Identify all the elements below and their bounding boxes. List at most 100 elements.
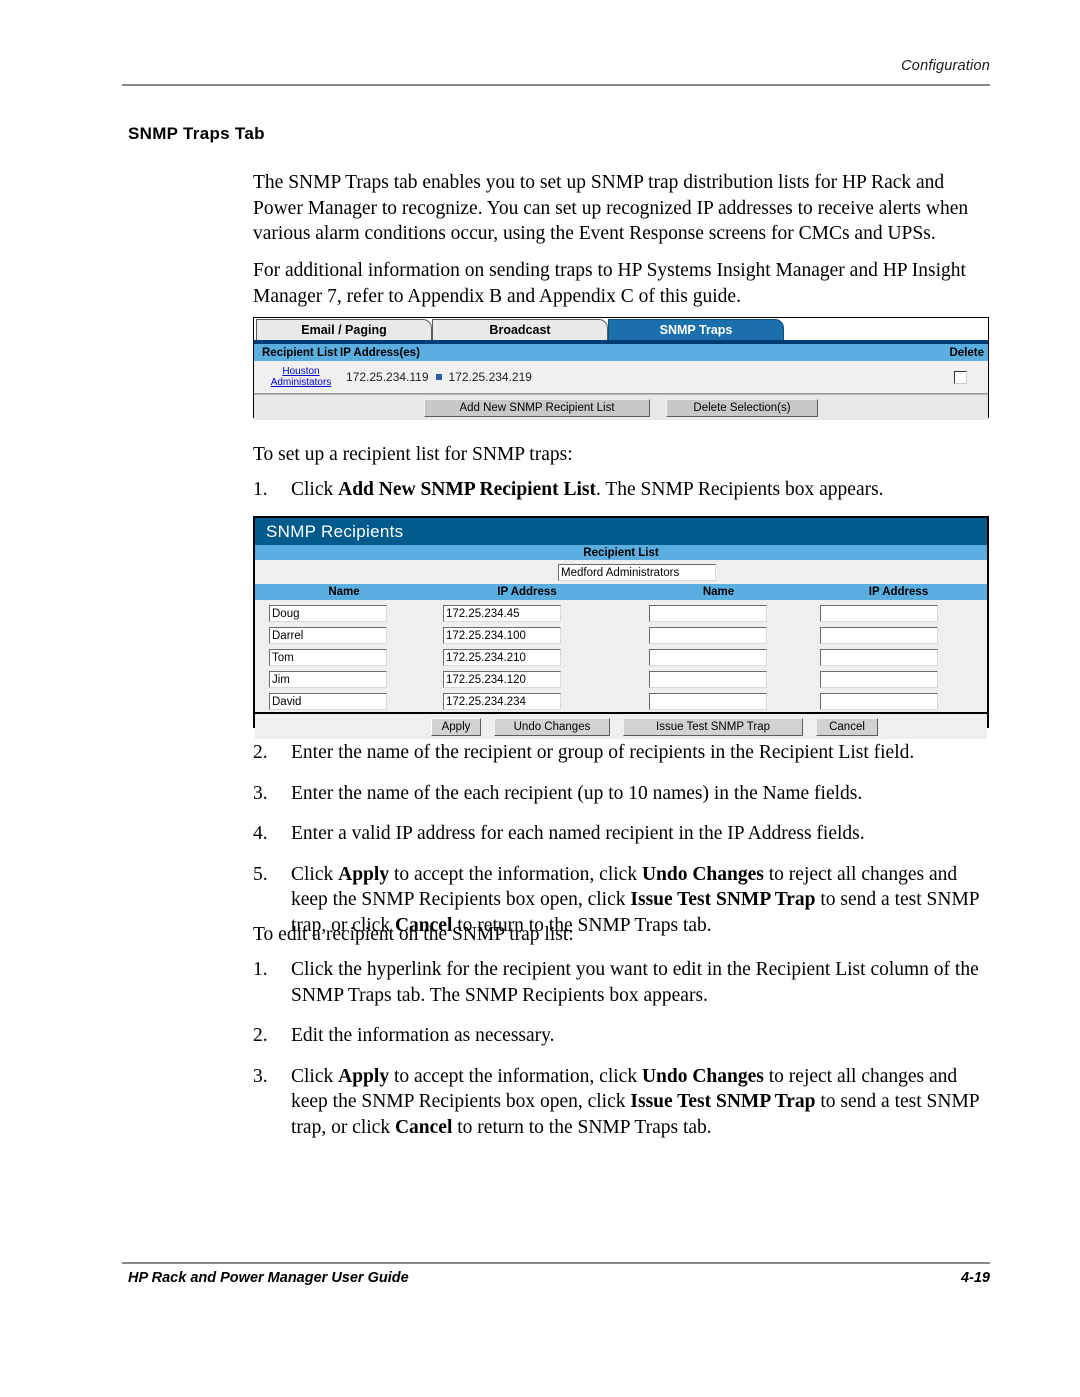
column-header-ip-addresses: IP Address(es) <box>340 346 420 359</box>
name-input-left[interactable]: Doug <box>269 604 387 622</box>
delete-selections-button[interactable]: Delete Selection(s) <box>666 398 818 417</box>
tab-email-paging[interactable]: Email / Paging <box>256 319 432 340</box>
undo-changes-button[interactable]: Undo Changes <box>494 717 610 736</box>
setup-step-1-list: 1. Click Add New SNMP Recipient List. Th… <box>253 477 995 503</box>
name-left-cell: Tom <box>255 648 433 666</box>
name-right-cell <box>627 692 810 710</box>
footer-page-number: 4-19 <box>960 1270 990 1286</box>
table-row: Houston Administators 172.25.234.119 172.… <box>254 361 988 394</box>
tab-label: SNMP Traps <box>659 323 733 337</box>
name-input-left[interactable]: Darrel <box>269 626 387 644</box>
list-text: Edit the information as necessary. <box>291 1025 555 1046</box>
list-item: 3. Enter the name of the each recipient … <box>253 781 995 807</box>
name-right-cell <box>627 604 810 622</box>
edit-lead-in: To edit a recipient on the SNMP trap lis… <box>253 922 993 948</box>
ip-input-left[interactable]: 172.25.234.100 <box>443 626 561 644</box>
list-text: Click the hyperlink for the recipient yo… <box>291 959 979 1006</box>
list-number: 3. <box>253 782 268 804</box>
recipient-row: David 172.25.234.234 <box>255 690 987 712</box>
name-input-right[interactable] <box>649 626 767 644</box>
ip-right-cell <box>810 648 987 666</box>
apply-button[interactable]: Apply <box>431 717 481 736</box>
separator-square-icon <box>435 374 442 380</box>
ip-input-right[interactable] <box>820 692 938 710</box>
recipient-row: Tom 172.25.234.210 <box>255 646 987 668</box>
paragraph-text: For additional information on sending tr… <box>253 260 966 307</box>
name-input-right[interactable] <box>649 648 767 666</box>
ip-input-right[interactable] <box>820 648 938 666</box>
recipients-column-headers: Name IP Address Name IP Address <box>255 584 987 600</box>
list-number: 2. <box>253 742 268 763</box>
name-left-cell: Jim <box>255 670 433 688</box>
ip-input-right[interactable] <box>820 626 938 644</box>
ip-right-cell <box>810 670 987 688</box>
ip-input-left[interactable]: 172.25.234.210 <box>443 648 561 666</box>
issue-test-snmp-trap-button[interactable]: Issue Test SNMP Trap <box>623 717 803 736</box>
name-input-left[interactable]: David <box>269 692 387 710</box>
ip-addresses-cell: 172.25.234.119 172.25.234.219 <box>340 370 932 384</box>
list-item: 2. Enter the name of the recipient or gr… <box>253 740 995 766</box>
name-left-cell: Darrel <box>255 626 433 644</box>
recipient-list-input[interactable]: Medford Administrators <box>558 563 716 581</box>
name-input-right[interactable] <box>649 670 767 688</box>
recipient-list-header: Recipient List <box>255 545 987 560</box>
ip-right-cell <box>810 626 987 644</box>
ip-input-left[interactable]: 172.25.234.45 <box>443 604 561 622</box>
paragraph-text: The SNMP Traps tab enables you to set up… <box>253 172 969 244</box>
recipient-row: Doug 172.25.234.45 <box>255 602 987 624</box>
list-number: 1. <box>253 959 268 980</box>
snmp-traps-screenshot: Email / Paging Broadcast SNMP Traps Reci… <box>253 317 989 420</box>
tab-snmp-traps[interactable]: SNMP Traps <box>608 319 784 340</box>
name-input-right[interactable] <box>649 692 767 710</box>
edit-steps-list: 1. Click the hyperlink for the recipient… <box>253 957 995 1140</box>
footer-rule <box>122 1262 990 1264</box>
ip-address-1: 172.25.234.119 <box>346 370 429 384</box>
recipients-grid: Doug 172.25.234.45 Darrel 172.25.234.100 Tom… <box>255 600 987 712</box>
list-text: Click Add New SNMP Recipient List. The S… <box>291 479 884 500</box>
list-number: 2. <box>253 1025 268 1046</box>
recipient-list-link[interactable]: Houston Administators <box>262 366 340 388</box>
column-header-name-left: Name <box>328 586 360 598</box>
ip-left-cell: 172.25.234.45 <box>433 604 621 622</box>
running-head: Configuration <box>901 58 990 74</box>
list-item: 1. Click Add New SNMP Recipient List. Th… <box>253 477 995 503</box>
intro-paragraph-2: For additional information on sending tr… <box>253 258 993 309</box>
list-number: 4. <box>253 823 268 844</box>
ip-input-left[interactable]: 172.25.234.120 <box>443 670 561 688</box>
name-right-cell <box>627 670 810 688</box>
ip-left-cell: 172.25.234.100 <box>433 626 621 644</box>
ip-input-left[interactable]: 172.25.234.234 <box>443 692 561 710</box>
add-new-snmp-recipient-list-button[interactable]: Add New SNMP Recipient List <box>424 398 650 417</box>
list-item: 1. Click the hyperlink for the recipient… <box>253 957 995 1008</box>
name-input-right[interactable] <box>649 604 767 622</box>
traps-table-header: Recipient List IP Address(es) Delete <box>254 344 988 361</box>
lead-in-text: To set up a recipient list for SNMP trap… <box>253 444 573 465</box>
ip-address-2: 172.25.234.219 <box>448 370 532 384</box>
ip-input-right[interactable] <box>820 670 938 688</box>
ip-left-cell: 172.25.234.120 <box>433 670 621 688</box>
ip-left-cell: 172.25.234.234 <box>433 692 621 710</box>
ip-right-cell <box>810 604 987 622</box>
dialog-title: SNMP Recipients <box>255 518 987 545</box>
column-header-ip-left: IP Address <box>497 586 557 598</box>
cancel-button[interactable]: Cancel <box>816 717 878 736</box>
recipient-row: Jim 172.25.234.120 <box>255 668 987 690</box>
list-number: 5. <box>253 863 268 885</box>
recipient-link-line-2: Administators <box>270 377 332 388</box>
list-item: 2. Edit the information as necessary. <box>253 1023 995 1049</box>
name-input-left[interactable]: Tom <box>269 648 387 666</box>
recipient-list-cell: Houston Administators <box>254 366 340 388</box>
ip-input-right[interactable] <box>820 604 938 622</box>
dialog-button-bar: Apply Undo Changes Issue Test SNMP Trap … <box>255 712 987 739</box>
list-text: Enter a valid IP address for each named … <box>291 823 865 844</box>
tab-broadcast[interactable]: Broadcast <box>432 319 608 340</box>
list-number: 3. <box>253 1065 268 1087</box>
list-number: 1. <box>253 479 268 500</box>
ip-left-cell: 172.25.234.210 <box>433 648 621 666</box>
delete-cell <box>932 370 988 384</box>
delete-checkbox[interactable] <box>953 370 967 384</box>
recipient-list-row: Medford Administrators <box>255 560 987 584</box>
name-input-left[interactable]: Jim <box>269 670 387 688</box>
list-text: Enter the name of the recipient or group… <box>291 742 915 763</box>
traps-button-bar: Add New SNMP Recipient List Delete Selec… <box>254 394 988 420</box>
